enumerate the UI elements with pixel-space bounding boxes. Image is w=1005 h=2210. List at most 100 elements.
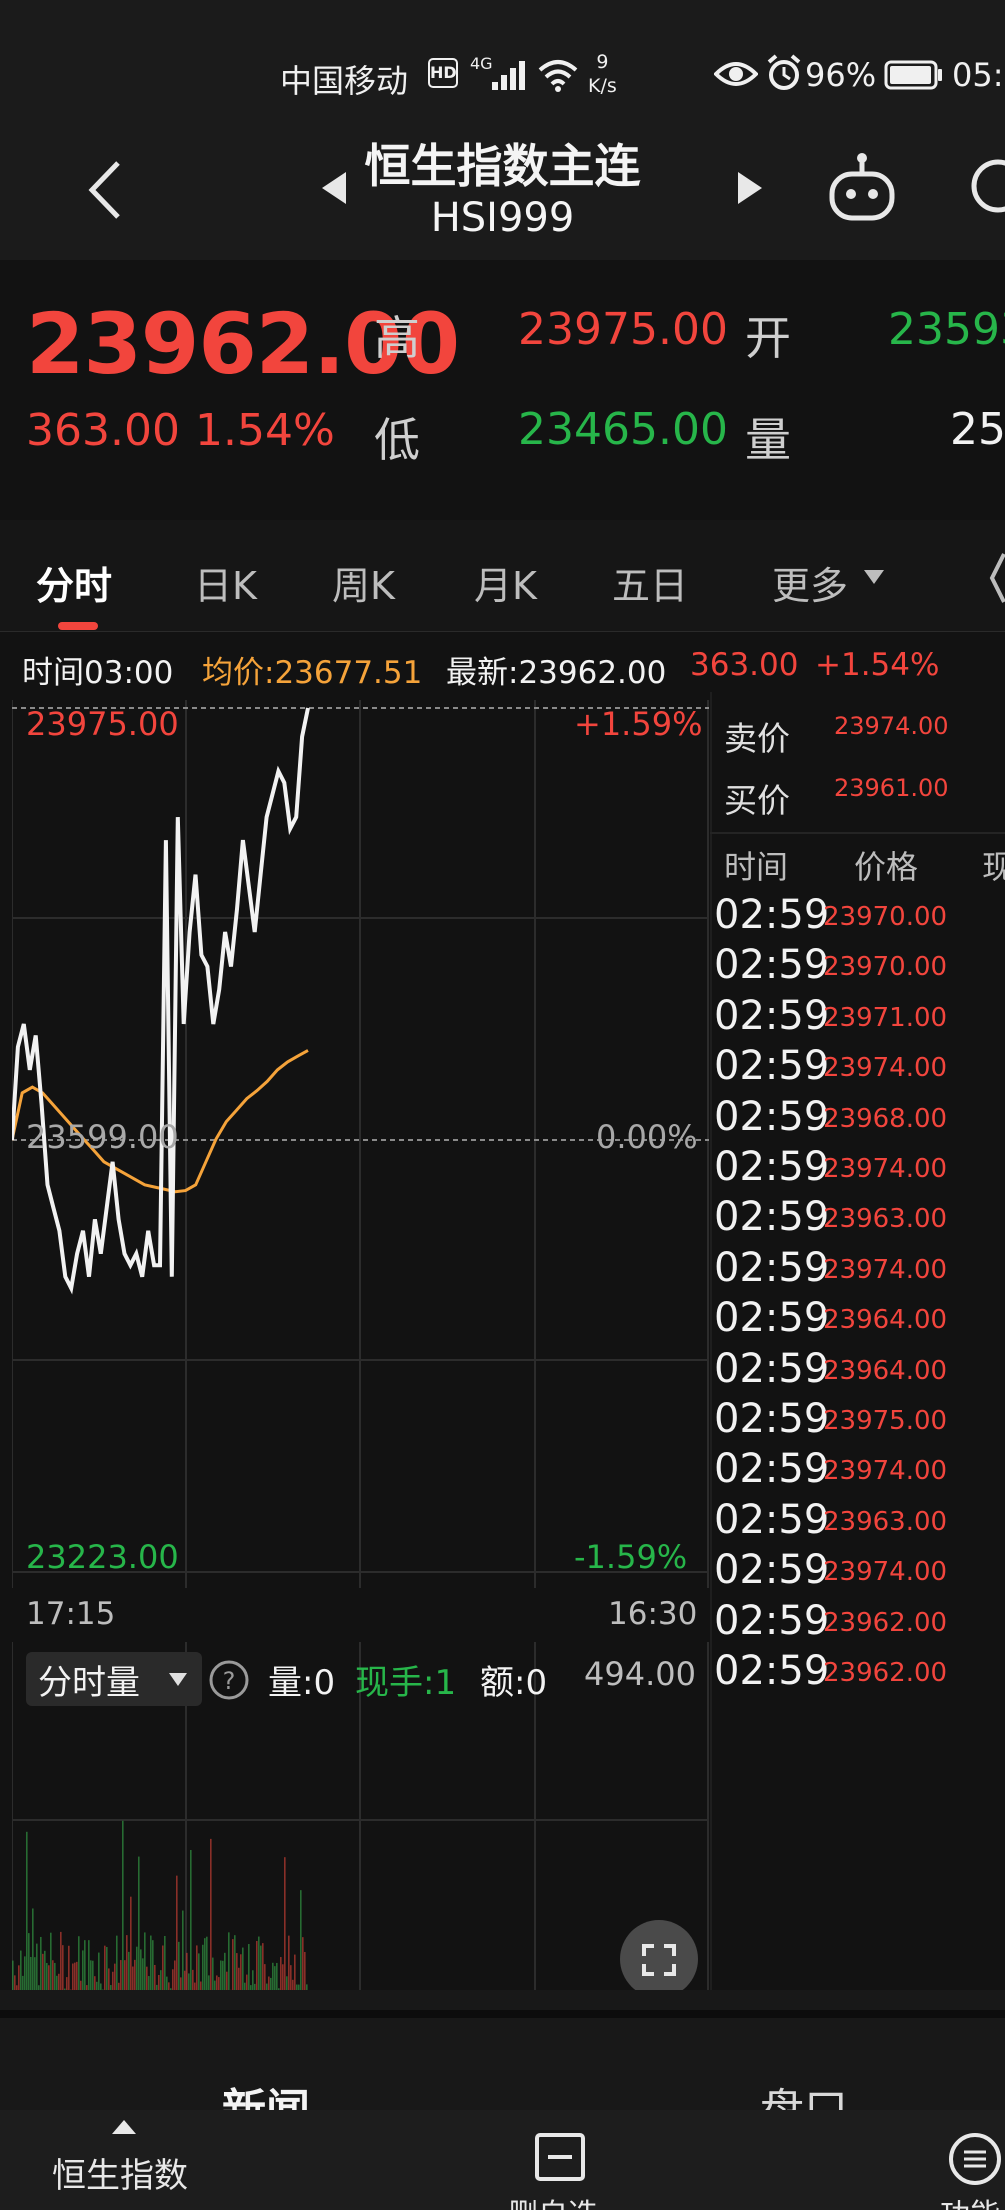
remove-watchlist-icon[interactable] — [534, 2132, 586, 2182]
tick-price: 23971.00 — [823, 1002, 948, 1033]
high-label: 高 — [374, 311, 420, 365]
tick-time: 02:59 — [714, 1244, 830, 1291]
tick-price: 23970.00 — [823, 902, 948, 932]
tick-time: 02:59 — [714, 1648, 830, 1694]
battery-icon — [884, 60, 942, 90]
carrier-label: 中国移动 — [280, 62, 409, 100]
signal-icon — [492, 61, 525, 90]
tick-price: 23974.00 — [823, 1557, 948, 1588]
chevron-down-icon — [169, 1673, 187, 1686]
tick-price: 23962.00 — [823, 1607, 948, 1638]
chart-top-price: 23975.00 — [26, 705, 179, 743]
amount-value: 额:0 — [480, 1663, 548, 1703]
tab-intraday[interactable]: 分时 — [36, 555, 112, 610]
tick-time: 02:59 — [714, 1446, 830, 1493]
clock: 05:4 — [952, 56, 1005, 94]
tick-price: 23974.00 — [823, 1053, 948, 1084]
active-tab-indicator — [58, 622, 98, 630]
tick-price: 23974.00 — [823, 1254, 948, 1285]
buy-label: 买价 — [724, 781, 790, 820]
bottom-nav-index[interactable]: 恒生指数 — [52, 2148, 188, 2197]
divider — [710, 832, 1005, 834]
next-contract-icon[interactable] — [732, 168, 766, 208]
chart-mid-pct: 0.00% — [596, 1118, 698, 1156]
tick-time: 02:59 — [714, 1093, 830, 1140]
buy-price[interactable]: 23961.00 — [834, 774, 949, 802]
tick-price: 23974.00 — [823, 1456, 948, 1487]
status-bar: 中国移动 HD 4G 9 K/s 96% 05:4 — [0, 0, 1005, 140]
network-speed: 9 K/s — [588, 51, 617, 97]
tick-price: 23964.00 — [823, 1355, 948, 1386]
chevron-up-icon — [112, 2120, 136, 2134]
volume-bar — [122, 1820, 124, 2000]
price-change: 363.00 — [26, 405, 180, 456]
tick-time: 02:59 — [714, 1345, 830, 1392]
current-hand: 现手:1 — [355, 1663, 457, 1703]
volume-max: 494.00 — [584, 1655, 696, 1693]
tick-time: 02:59 — [714, 992, 830, 1039]
bottom-tab-bar — [0, 1990, 1005, 2110]
tick-time: 02:59 — [714, 1144, 830, 1190]
tick-price: 23964.00 — [823, 1305, 948, 1336]
tab-monthly-k[interactable]: 月K — [474, 555, 537, 610]
expand-icon — [642, 1944, 676, 1976]
tab-more[interactable]: 更多 — [772, 555, 848, 610]
tab-five-day[interactable]: 五日 — [612, 555, 688, 610]
tick-time: 02:59 — [714, 1194, 830, 1241]
chart-mid-price: 23599.00 — [26, 1118, 179, 1156]
tick-time: 02:59 — [714, 892, 830, 938]
volume-label: 量 — [745, 413, 791, 467]
tick-time: 02:59 — [714, 1396, 830, 1442]
tick-time: 02:59 — [714, 1496, 830, 1543]
tick-price: 23968.00 — [823, 1103, 948, 1134]
svg-text:?: ? — [223, 1667, 236, 1695]
tick-time: 02:59 — [714, 1547, 830, 1594]
robot-icon[interactable] — [824, 150, 900, 226]
col-header-price: 价格 — [854, 848, 919, 886]
price-change-pct: 1.54% — [195, 405, 335, 456]
col-header-volume: 现 — [982, 848, 1005, 886]
tab-weekly-k[interactable]: 周K — [332, 555, 395, 610]
fullscreen-button[interactable] — [620, 1920, 698, 1998]
bottom-nav-remove[interactable]: 删自选 — [508, 2190, 598, 2210]
tick-time: 02:59 — [714, 942, 830, 989]
search-icon[interactable] — [962, 150, 1005, 226]
tick-time: 02:59 — [714, 1043, 830, 1090]
tick-time: 02:59 — [714, 1295, 830, 1342]
sell-label: 卖价 — [724, 719, 790, 758]
volume-bar — [32, 1908, 34, 2000]
alarm-icon — [767, 54, 801, 90]
hd-icon: HD — [428, 58, 458, 88]
info-time: 时间03:00 — [22, 655, 174, 691]
info-change-pct: +1.54% — [815, 647, 940, 683]
eye-icon — [714, 62, 758, 86]
col-header-time: 时间 — [724, 848, 789, 886]
battery-percent: 96% — [805, 56, 877, 94]
menu-icon[interactable] — [948, 2132, 1002, 2186]
tick-price: 23974.00 — [823, 1154, 948, 1184]
divider — [0, 2010, 1005, 2018]
low-label: 低 — [374, 413, 420, 467]
volume-bar — [182, 1910, 184, 2000]
sell-price[interactable]: 23974.00 — [834, 712, 949, 740]
tick-price: 23975.00 — [823, 1406, 948, 1436]
volume-bar — [284, 1857, 286, 2000]
info-latest: 最新:23962.00 — [446, 655, 667, 691]
time-axis-end: 16:30 — [608, 1596, 698, 1632]
volume-value: 量:0 — [268, 1663, 336, 1703]
volume-bar — [26, 1831, 28, 2000]
help-icon[interactable]: ? — [208, 1659, 250, 1701]
chart-top-pct: +1.59% — [574, 705, 703, 743]
tick-price: 23962.00 — [823, 1658, 948, 1688]
chart-bottom-pct: -1.59% — [574, 1538, 688, 1576]
tick-price: 23970.00 — [823, 952, 948, 983]
volume-bar — [176, 1875, 178, 2000]
tick-price: 23963.00 — [823, 1506, 948, 1537]
bottom-nav-func[interactable]: 功能 — [940, 2190, 1000, 2210]
high-value: 23975.00 — [518, 304, 728, 355]
chart-bottom-price: 23223.00 — [26, 1538, 179, 1576]
chart-settings-icon[interactable] — [988, 548, 1005, 608]
tab-daily-k[interactable]: 日K — [194, 555, 257, 610]
info-avg-price: 均价:23677.51 — [202, 655, 423, 691]
open-label: 开 — [745, 311, 791, 365]
